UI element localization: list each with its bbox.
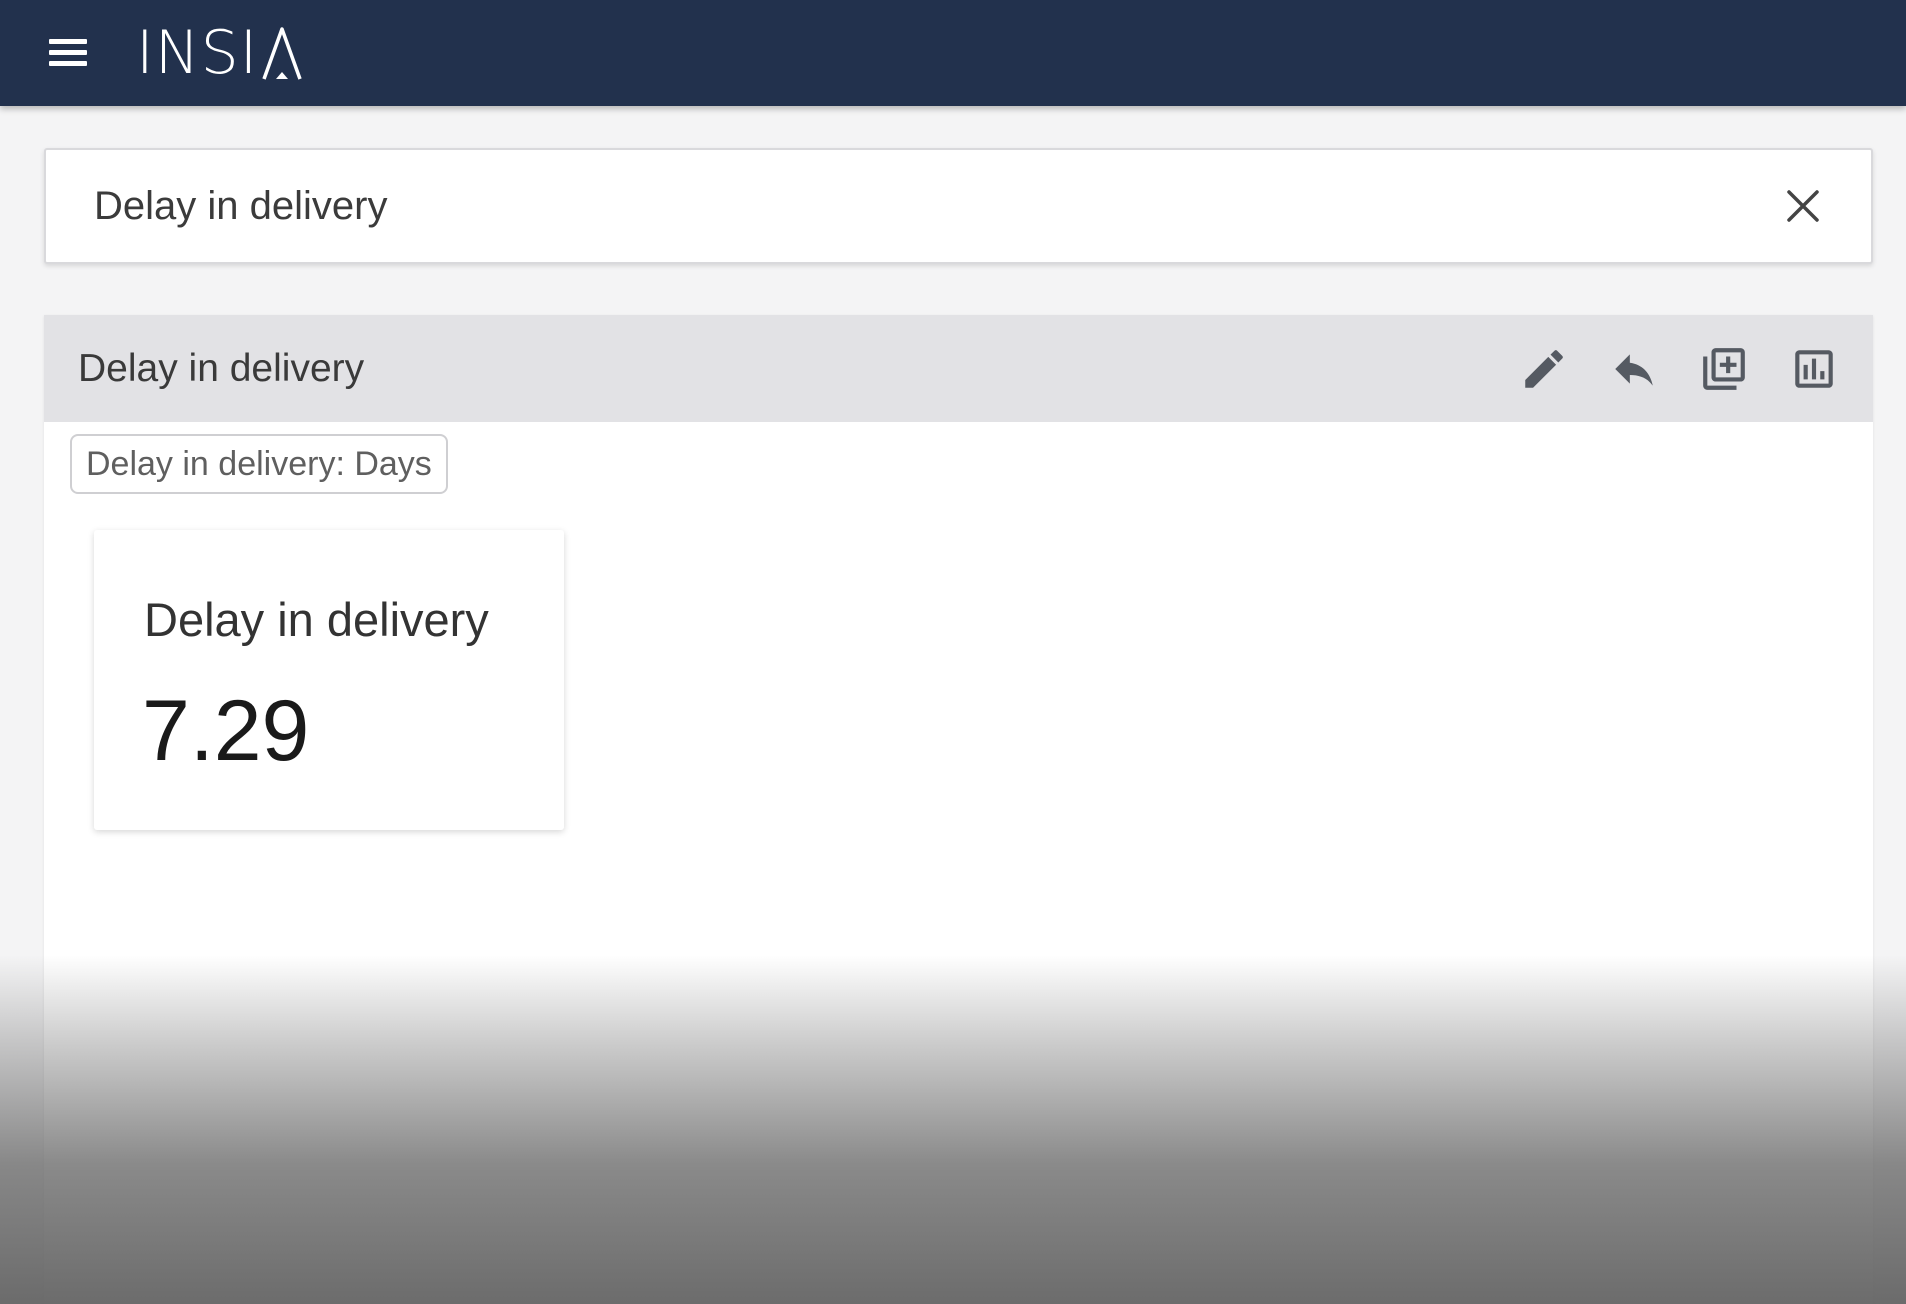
logo-text: INSI — [136, 18, 259, 88]
search-input[interactable] — [46, 150, 1763, 262]
result-panel-header: Delay in delivery — [44, 315, 1873, 422]
search-bar — [44, 148, 1873, 264]
result-panel: Delay in delivery Delay in delivery: Day… — [44, 315, 1873, 1304]
top-app-bar: INSI — [0, 0, 1906, 106]
app-window: INSI Delay in delivery Delay in delivery… — [0, 0, 1906, 1304]
pencil-icon[interactable] — [1509, 334, 1579, 404]
reply-arrow-icon[interactable] — [1599, 334, 1669, 404]
hamburger-menu-icon[interactable] — [40, 30, 96, 76]
library-add-icon[interactable] — [1689, 334, 1759, 404]
kpi-label: Delay in delivery — [144, 593, 489, 646]
filter-chip[interactable]: Delay in delivery: Days — [70, 434, 448, 494]
kpi-card[interactable]: Delay in delivery 7.29 — [94, 530, 564, 830]
app-logo[interactable]: INSI — [136, 18, 304, 88]
result-actions — [1509, 334, 1849, 404]
close-icon[interactable] — [1763, 166, 1843, 246]
result-title: Delay in delivery — [78, 346, 365, 390]
kpi-value: 7.29 — [142, 683, 310, 779]
bar-chart-icon[interactable] — [1779, 334, 1849, 404]
triangle-a-logo-icon — [262, 27, 303, 80]
